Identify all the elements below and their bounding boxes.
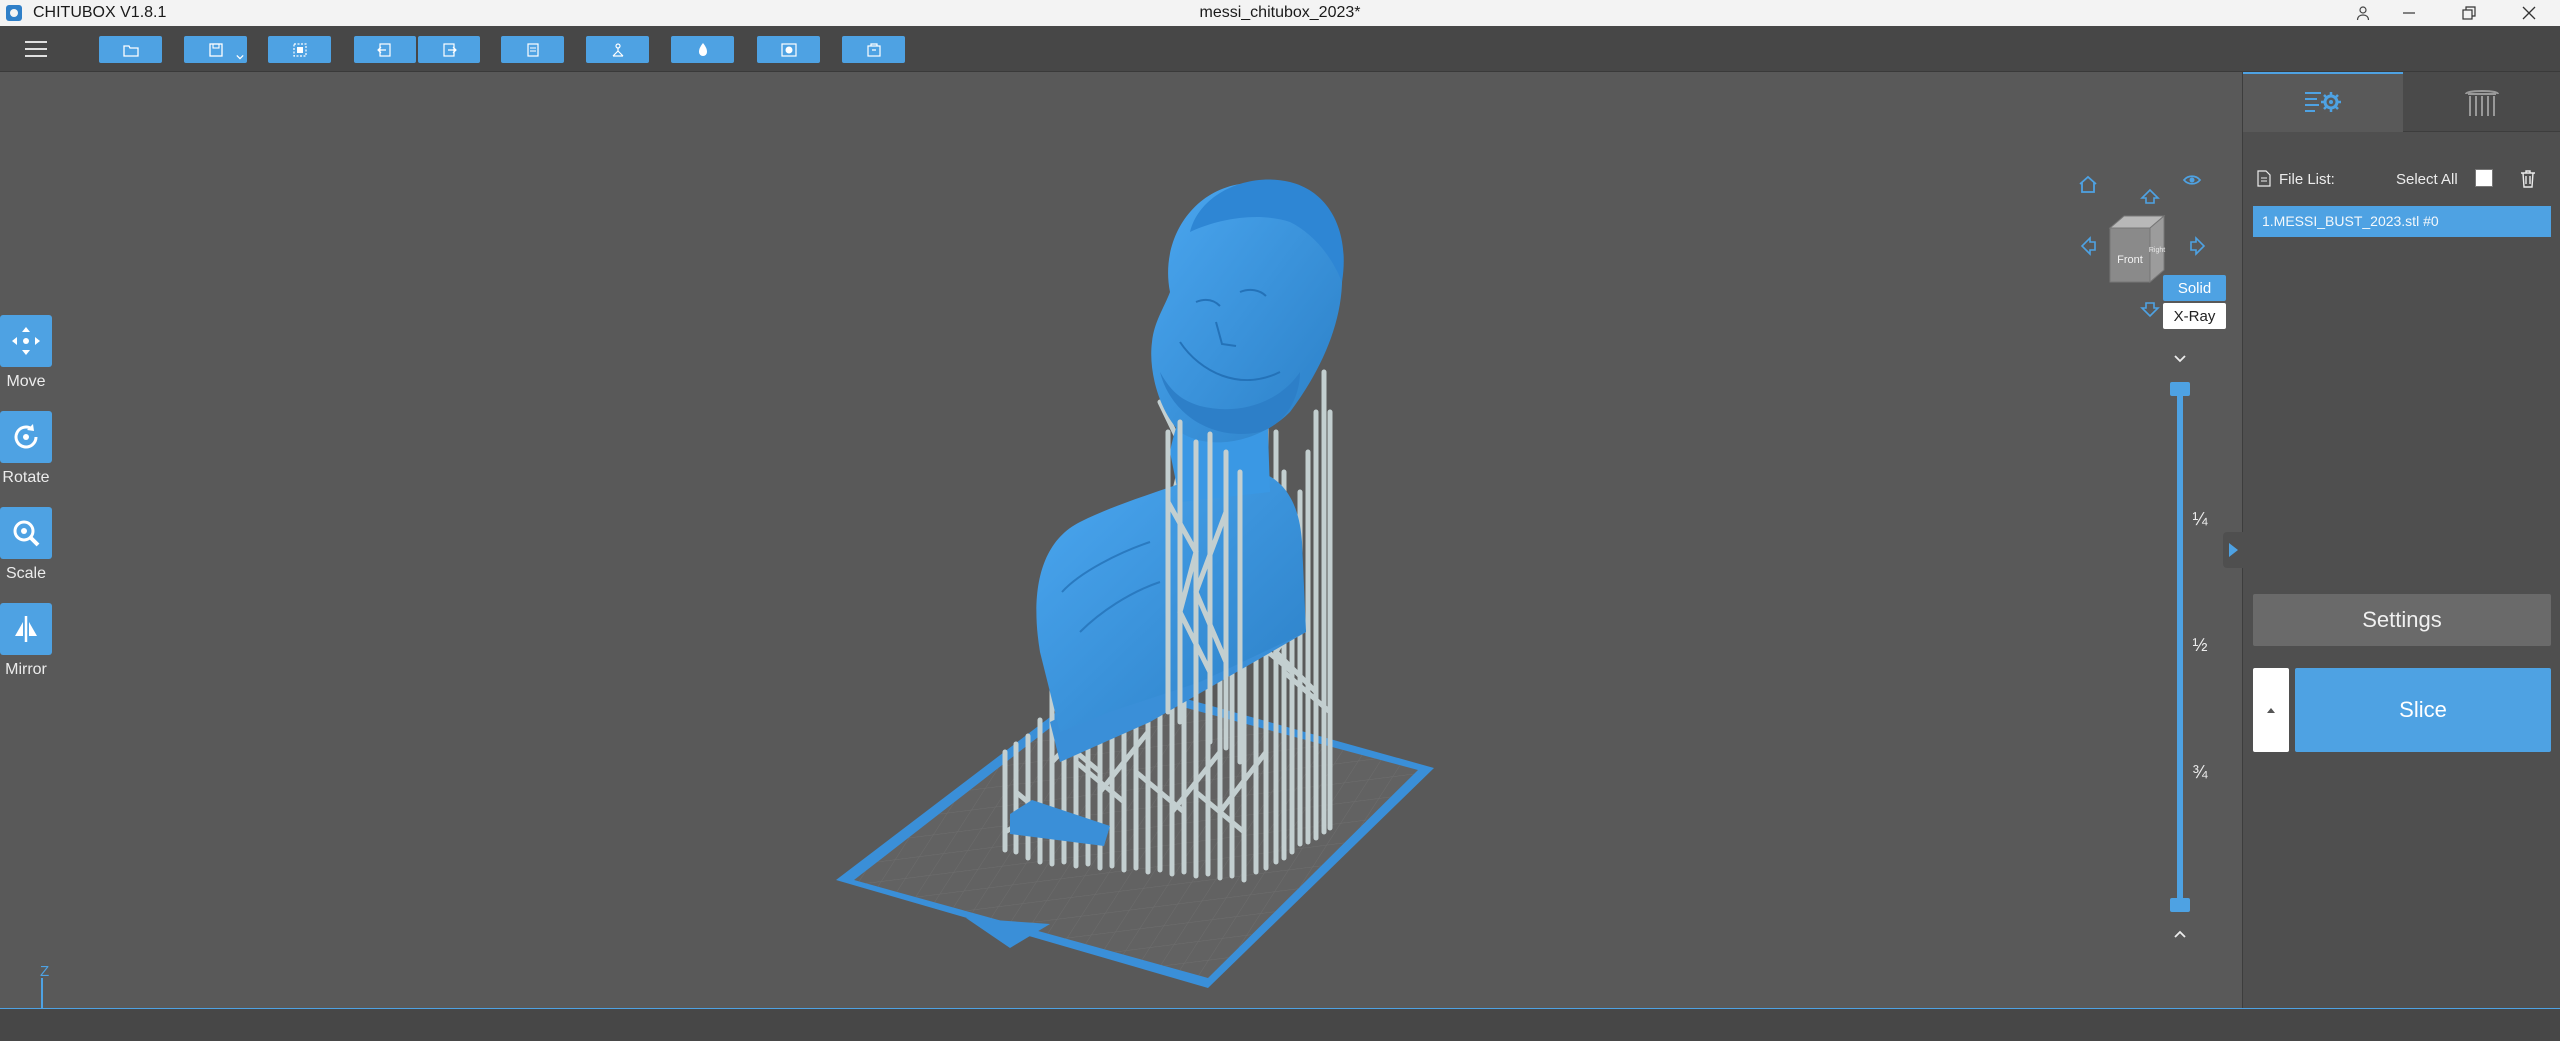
scale-icon [13,520,40,547]
document-title: messi_chitubox_2023* [1199,4,1361,21]
collapse-panel-button[interactable] [2223,532,2243,568]
layer-slider-track[interactable] [2177,388,2183,908]
chitubox-window: CHITUBOX V1.8.1 messi_chitubox_2023* Mov… [0,0,2560,1041]
title-bar: CHITUBOX V1.8.1 messi_chitubox_2023* [0,0,2560,26]
rotate-tile[interactable] [0,411,52,463]
mirror-tile[interactable] [0,603,52,655]
dig-hole-button[interactable] [757,36,820,63]
pack-button[interactable] [842,36,905,63]
move-label: Move [6,373,46,390]
redo-icon [443,42,457,57]
undo-button[interactable] [354,36,416,63]
slice-button[interactable]: Slice [2295,668,2551,752]
home-view-icon[interactable] [2079,175,2097,193]
select-all-button[interactable] [268,36,331,63]
open-file-button[interactable] [99,36,162,63]
hollow-button[interactable] [671,36,734,63]
layer-up-icon[interactable] [2170,924,2190,944]
cube-right-label: Right [2149,247,2165,254]
supports-button[interactable] [586,36,649,63]
move-icon [12,327,40,355]
scale-label: Scale [5,565,47,582]
print-platform-tab-icon [2465,89,2499,116]
minimize-icon[interactable] [2380,0,2438,26]
caret-up-icon [2267,708,2275,713]
settings-button[interactable]: Settings [2253,594,2551,646]
pack-icon [866,42,881,57]
app-name: CHITUBOX V1.8.1 [33,4,167,21]
rotate-icon [14,424,38,449]
mirror-label: Mirror [5,661,47,678]
undo-icon [377,42,391,57]
save-icon [208,42,223,57]
scale-tool[interactable]: Scale [0,507,52,583]
mirror-tool[interactable]: Mirror [0,603,52,679]
tab-settings[interactable] [2243,72,2403,132]
layer-slider-bottom-handle[interactable] [2170,898,2190,912]
settings-tab-icon [2305,92,2341,112]
file-list-item[interactable]: 1.MESSI_BUST_2023.stl #0 [2253,206,2551,237]
select-all-checkbox[interactable] [2475,169,2493,187]
select-all-label: Select All [2396,171,2458,188]
eye-view-icon[interactable] [2182,175,2202,185]
solid-view-button[interactable]: Solid [2163,275,2226,301]
chevron-down-icon [236,54,244,60]
slider-mark-half: ½ [2192,635,2208,655]
trash-icon[interactable] [2519,169,2537,188]
slice-options-button[interactable] [2253,668,2289,752]
file-list-label: File List: [2279,171,2335,188]
layer-down-icon[interactable] [2170,348,2190,368]
scale-tile[interactable] [0,507,52,559]
move-tool[interactable]: Move [0,315,52,391]
layout-button[interactable] [501,36,564,63]
layer-slider-top-handle[interactable] [2170,382,2190,396]
rotate-down-icon[interactable] [2140,302,2160,318]
triangle-right-icon [2229,543,2238,557]
main-toolbar [0,26,2560,72]
model-scene[interactable] [0,72,2242,1008]
layout-icon [526,42,539,57]
right-panel: File List: Select All 1.MESSI_BUST_2023.… [2223,72,2560,1008]
file-list-header: File List: Select All [2257,169,2547,191]
file-list-icon [2257,170,2271,187]
open-file-icon [122,44,139,57]
app-logo-icon [6,5,22,21]
save-button[interactable] [184,36,247,63]
close-icon[interactable] [2500,0,2558,26]
mirror-icon [15,616,37,642]
tab-print-platform[interactable] [2403,72,2560,132]
select-all-icon [292,42,307,57]
supports-icon [612,42,623,57]
view-cube[interactable]: Front Right [2108,214,2166,284]
slider-mark-three-quarter: ¾ [2192,762,2208,782]
3d-viewport[interactable]: Move Rotate Scale Mirror Z Y [0,72,2242,1029]
rotate-left-icon[interactable] [2080,236,2096,256]
move-tile[interactable] [0,315,52,367]
axis-z-label: Z [40,964,49,980]
status-bar [0,1008,2560,1041]
rotate-up-icon[interactable] [2140,188,2160,204]
cube-front-label: Front [2117,254,2143,266]
hollow-icon [698,42,707,56]
dig-hole-icon [780,42,797,57]
redo-button[interactable] [418,36,480,63]
rotate-right-icon[interactable] [2190,236,2206,256]
rotate-tool[interactable]: Rotate [0,411,52,487]
rotate-label: Rotate [2,469,50,486]
xray-view-button[interactable]: X-Ray [2163,303,2226,329]
menu-icon[interactable] [25,38,47,60]
restore-icon[interactable] [2440,0,2498,26]
slider-mark-quarter: ¼ [2192,509,2208,529]
